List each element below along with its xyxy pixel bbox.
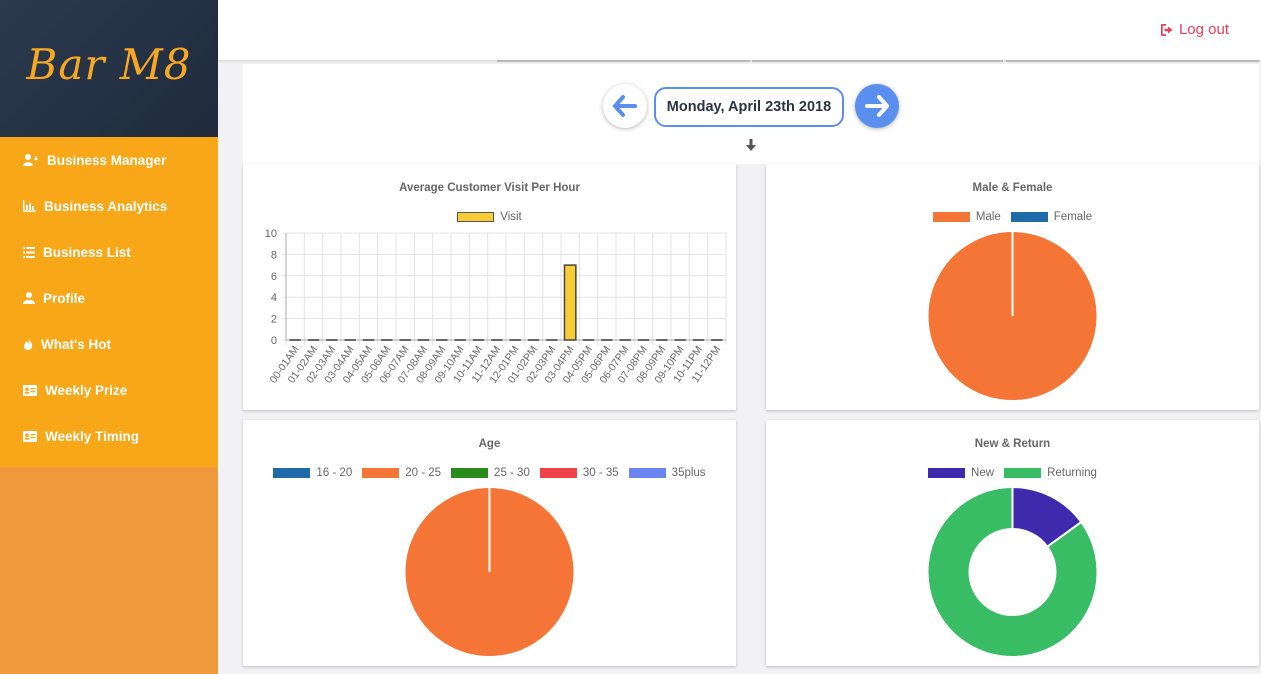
sidebar-item-profile[interactable]: Profile: [0, 275, 218, 321]
sidebar-item-business-manager[interactable]: Business Manager: [0, 137, 218, 183]
arrow-left-icon: [613, 95, 637, 117]
sidebar-item-label: Weekly Prize: [45, 382, 128, 398]
sidebar-item-whats-hot[interactable]: What's Hot: [0, 321, 218, 367]
id-card-icon: [23, 384, 37, 396]
sign-out-icon: [1160, 23, 1173, 36]
bar[interactable]: [563, 264, 577, 341]
sidebar-item-business-list[interactable]: Business List: [0, 229, 218, 275]
newreturn-doughnut-chart: [926, 485, 1099, 658]
sidebar-item-label: Profile: [43, 290, 86, 306]
current-date-display[interactable]: Monday, April 23th 2018: [654, 87, 844, 127]
previous-day-button[interactable]: [603, 84, 647, 128]
top-bar: Log out: [218, 0, 1261, 60]
sidebar-item-business-analytics[interactable]: Business Analytics: [0, 183, 218, 229]
visits-bar-chart: 024681000-01AM01-02AM02-03AM03-04AM04-05…: [265, 228, 727, 386]
y-tick-label: 0: [271, 335, 277, 347]
sidebar-item-label: What's Hot: [41, 336, 111, 352]
logo[interactable]: Bar M8: [26, 40, 191, 89]
visits-chart-card: Average Customer Visit Per Hour Visit 02…: [243, 164, 736, 410]
newreturn-chart-card: New & Return New Returning: [766, 420, 1259, 666]
sidebar-item-weekly-timing[interactable]: Weekly Timing: [0, 413, 218, 459]
logout-label: Log out: [1178, 21, 1229, 38]
fire-icon: [24, 338, 33, 350]
y-tick-label: 10: [265, 228, 277, 240]
y-tick-label: 6: [271, 271, 277, 283]
y-tick-label: 8: [271, 249, 277, 261]
user-plus-icon: [23, 154, 38, 166]
id-card-icon: [23, 430, 37, 442]
gender-pie-chart: [926, 230, 1099, 402]
next-day-button[interactable]: [855, 84, 899, 128]
arrow-right-icon: [865, 95, 889, 117]
logo-area: Bar M8: [0, 0, 218, 137]
user-icon: [23, 292, 35, 304]
sidebar-item-label: Business Analytics: [44, 198, 168, 214]
arrow-down-icon: [746, 139, 756, 151]
logout-button[interactable]: Log out: [1160, 21, 1229, 38]
y-tick-label: 2: [271, 314, 277, 326]
age-pie-chart: [403, 486, 576, 658]
sidebar-item-label: Business List: [43, 244, 131, 260]
sidebar-nav: Business Manager Business Analytics Busi…: [0, 137, 218, 467]
list-icon: [23, 246, 35, 258]
sidebar-item-label: Weekly Timing: [45, 428, 140, 444]
y-tick-label: 4: [271, 292, 277, 304]
date-panel: Monday, April 23th 2018: [243, 64, 1259, 164]
sidebar-item-label: Business Manager: [47, 152, 167, 168]
bar-chart-icon: [23, 200, 36, 212]
sidebar: Bar M8 Business Manager Business Analyti…: [0, 0, 218, 674]
date-navigator: Monday, April 23th 2018: [243, 64, 1259, 164]
age-chart-card: Age 16 - 20 20 - 25 25 - 30 30 - 35 35pl…: [243, 420, 736, 666]
gender-chart-card: Male & Female Male Female: [766, 164, 1259, 410]
sidebar-item-weekly-prize[interactable]: Weekly Prize: [0, 367, 218, 413]
